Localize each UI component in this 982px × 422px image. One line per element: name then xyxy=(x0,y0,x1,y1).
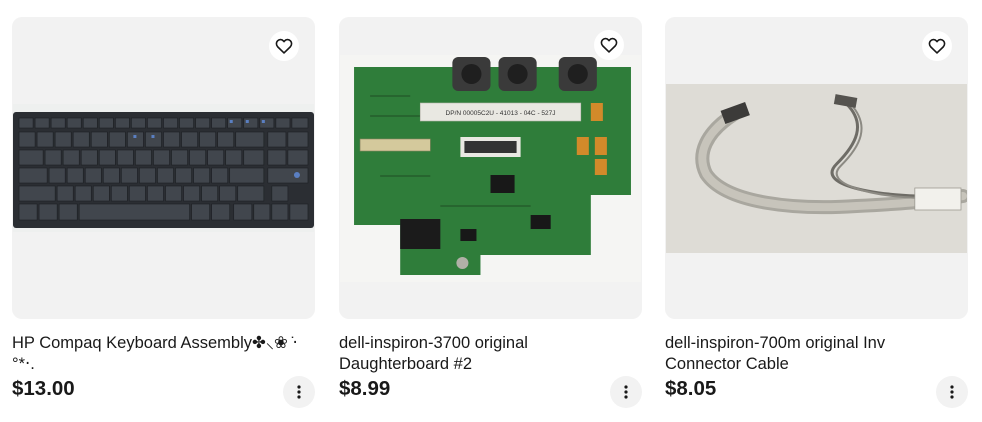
more-options-button[interactable] xyxy=(610,376,642,408)
board-label-text: DP/N 00005C2U - 41013 - 04C - 527J xyxy=(446,110,556,117)
listing-title[interactable]: HP Compaq Keyboard Assembly✤⸜❀ ̇‧°*‧. xyxy=(12,333,302,375)
listing-grid: HP Compaq Keyboard Assembly✤⸜❀ ̇‧°*‧. $1… xyxy=(0,0,982,422)
vertical-dots-icon xyxy=(950,385,954,399)
watch-button[interactable] xyxy=(594,30,624,60)
listing-title[interactable]: dell-inspiron-3700 original Daughterboar… xyxy=(339,333,629,375)
listing-price: $13.00 xyxy=(12,377,75,400)
heart-outline-icon xyxy=(275,38,293,54)
listing-image-link[interactable] xyxy=(12,17,315,319)
heart-outline-icon xyxy=(928,38,946,54)
listing-image-link[interactable]: DP/N 00005C2U - 41013 - 04C - 527J xyxy=(339,17,642,319)
keyboard-photo xyxy=(13,104,314,232)
vertical-dots-icon xyxy=(297,385,301,399)
listing-price: $8.99 xyxy=(339,377,391,400)
more-options-button[interactable] xyxy=(283,376,315,408)
circuit-board-photo: DP/N 00005C2U - 41013 - 04C - 527J xyxy=(340,55,641,282)
listing-card: HP Compaq Keyboard Assembly✤⸜❀ ̇‧°*‧. $1… xyxy=(12,17,315,417)
more-options-button[interactable] xyxy=(936,376,968,408)
listing-card: DP/N 00005C2U - 41013 - 04C - 527J dell-… xyxy=(339,17,642,417)
listing-price: $8.05 xyxy=(665,377,717,400)
listing-card: dell-inspiron-700m original Inv Connecto… xyxy=(665,17,968,417)
watch-button[interactable] xyxy=(269,31,299,61)
vertical-dots-icon xyxy=(624,385,628,399)
ribbon-cable-photo xyxy=(666,84,967,253)
heart-outline-icon xyxy=(600,37,618,53)
listing-image-link[interactable] xyxy=(665,17,968,319)
watch-button[interactable] xyxy=(922,31,952,61)
listing-title[interactable]: dell-inspiron-700m original Inv Connecto… xyxy=(665,333,955,375)
